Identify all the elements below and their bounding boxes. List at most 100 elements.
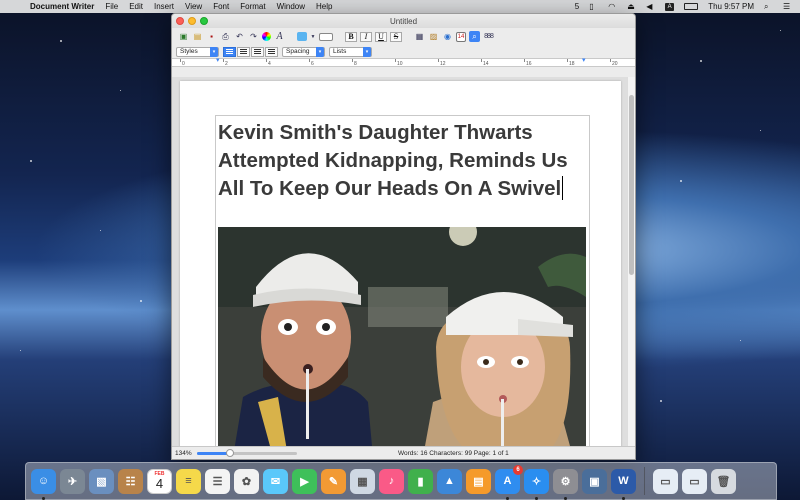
menu-app-name[interactable]: Document Writer [30,2,94,11]
alignment-group [223,46,278,57]
facetime-icon[interactable]: ▶ [292,468,317,494]
ruler[interactable]: 0 2 4 6 8 10 12 14 16 18 20 ▾ ▾ [172,56,635,67]
right-margin-marker-icon[interactable]: ▾ [582,56,586,64]
align-justify-icon [254,49,261,54]
pages-icon[interactable]: ✎ [321,468,346,494]
running-indicator [622,496,625,500]
open-document-icon[interactable]: ▤ [192,31,203,42]
photos-icon[interactable]: ✿ [234,468,259,494]
downloads-stack-icon[interactable]: ▭ [653,468,678,494]
text-frame[interactable]: Kevin Smith's Daughter Thwarts Attempted… [215,115,590,448]
article-headline[interactable]: Kevin Smith's Daughter Thwarts Attempted… [218,119,588,203]
app-store-update-badge: 6 [513,464,523,475]
notification-count: 5 [574,2,580,11]
chevron-down-icon: ▾ [210,46,218,57]
notification-status-icon[interactable]: 5 [564,2,579,11]
wifi-icon[interactable]: ◠ [608,2,617,11]
safari-icon[interactable]: ✧ [524,468,549,500]
align-center-button[interactable] [237,46,250,57]
align-justify-button[interactable] [251,46,264,57]
close-window-button[interactable] [176,17,184,25]
menu-format[interactable]: Format [240,2,265,11]
trash-icon[interactable]: 🗑 [711,468,736,494]
volume-icon[interactable]: ◀ [646,2,655,11]
finder-icon[interactable]: ☺ [31,468,56,500]
ruler-label: 14 [483,61,489,67]
preview-icon[interactable]: ▧ [89,468,114,494]
color-dropdown-icon[interactable]: ▼ [310,31,316,42]
spotlight-search-icon[interactable]: ⌕ [764,2,773,11]
image-capture-icon[interactable]: ▦ [350,468,375,494]
running-indicator [42,496,45,500]
new-document-icon[interactable]: ▣ [178,31,189,42]
zoom-slider-knob[interactable] [226,448,234,457]
messages-icon[interactable]: ✉ [263,468,288,494]
bold-button[interactable]: B [345,31,357,42]
insert-image-icon[interactable]: ▨ [428,31,439,42]
menu-font[interactable]: Font [213,2,229,11]
menu-insert[interactable]: Insert [154,2,174,11]
contacts-icon[interactable]: ☷ [118,468,143,494]
zoom-window-button[interactable] [200,17,208,25]
photo-booth-icon[interactable]: ▣ [582,468,607,494]
eject-icon[interactable]: ⏏ [627,2,636,11]
menu-edit[interactable]: Edit [129,2,143,11]
left-margin-marker-icon[interactable]: ▾ [216,56,220,64]
ruler-label: 8 [354,61,357,67]
article-photo[interactable] [218,227,586,448]
vpn-icon[interactable]: ▯ [589,2,598,11]
reminders-icon[interactable]: ☰ [205,468,230,494]
menu-window[interactable]: Window [277,2,305,11]
documents-stack-icon[interactable]: ▭ [682,468,707,494]
color-wheel-icon[interactable] [262,32,271,41]
window-titlebar[interactable]: Untitled [172,14,635,28]
font-panel-icon[interactable]: A [274,31,285,42]
spacing-dropdown[interactable]: Spacing ▾ [282,46,325,57]
document-page[interactable]: Kevin Smith's Daughter Thwarts Attempted… [180,81,621,448]
text-color-swatch[interactable] [319,32,333,41]
notes-icon[interactable]: ≡ [176,468,201,494]
scroll-thumb[interactable] [629,95,634,275]
find-icon[interactable]: ⌕ [469,31,480,42]
menu-view[interactable]: View [185,2,202,11]
ruler-label: 16 [526,61,532,67]
input-source-icon[interactable]: A [665,2,675,11]
main-toolbar: ▣ ▤ ▪ ⎙ ↶ ↷ A ▼ B I U S ▦ ▨ ◉ 14 ⌕ 888 [172,28,635,45]
save-icon[interactable]: ▪ [206,31,217,42]
keynote-icon[interactable]: ▲ [437,468,462,494]
lists-dropdown[interactable]: Lists ▾ [329,46,372,57]
window-title: Untitled [389,16,418,26]
document-canvas: Kevin Smith's Daughter Thwarts Attempted… [172,77,629,448]
word-count-icon[interactable]: 888 [483,31,494,42]
books-icon[interactable]: ▤ [466,468,491,494]
menu-help[interactable]: Help [316,2,332,11]
zoom-slider[interactable] [197,448,297,457]
print-icon[interactable]: ⎙ [220,31,231,42]
align-left-button[interactable] [223,46,236,57]
italic-button[interactable]: I [360,31,372,42]
insert-link-icon[interactable]: ◉ [442,31,453,42]
app-store-icon[interactable]: A6 [495,464,523,500]
ruler-label: 6 [311,61,314,67]
minimize-window-button[interactable] [188,17,196,25]
notification-center-icon[interactable]: ☰ [783,2,792,11]
numbers-icon[interactable]: ▮ [408,468,433,494]
battery-icon[interactable] [684,3,699,10]
music-icon[interactable]: ♪ [379,468,404,494]
launchpad-icon[interactable]: ✈ [60,468,85,494]
calendar-icon[interactable]: FEB 4 [147,468,172,494]
styles-dropdown[interactable]: Styles ▾ [176,46,219,57]
insert-table-icon[interactable]: ▦ [414,31,425,42]
vertical-scrollbar[interactable] [627,77,635,448]
highlight-color-icon[interactable] [297,32,307,41]
system-preferences-icon[interactable]: ⚙ [553,468,578,500]
undo-icon[interactable]: ↶ [234,31,245,42]
insert-date-icon[interactable]: 14 [456,31,466,42]
menu-file[interactable]: File [105,2,118,11]
underline-button[interactable]: U [375,31,387,42]
strikethrough-button[interactable]: S [390,31,402,42]
document-writer-icon[interactable]: W [611,468,636,500]
redo-icon[interactable]: ↷ [248,31,259,42]
align-right-button[interactable] [265,46,278,57]
clock[interactable]: Thu 9:57 PM [708,2,754,11]
